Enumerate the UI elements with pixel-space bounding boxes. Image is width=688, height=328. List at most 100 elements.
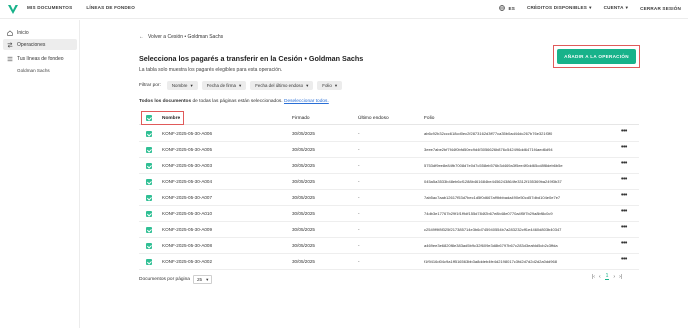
row-checkbox[interactable] bbox=[146, 179, 152, 185]
table-row[interactable] bbox=[139, 142, 639, 158]
cell-nombre: KONF-2025-05-30-A003 bbox=[162, 163, 213, 168]
more-options-icon[interactable]: ••• bbox=[621, 160, 627, 167]
more-options-icon[interactable]: ••• bbox=[621, 176, 627, 183]
table-row[interactable] bbox=[139, 238, 639, 254]
sidebar-item-label: Tus líneas de fondeo bbox=[17, 55, 64, 62]
chevron-down-icon: ▾ bbox=[625, 5, 629, 10]
row-checkbox[interactable] bbox=[146, 211, 152, 217]
cell-ultimo-endoso: - bbox=[358, 227, 360, 232]
more-options-icon[interactable]: ••• bbox=[621, 240, 627, 247]
account-label: CUENTA bbox=[603, 5, 624, 10]
more-options-icon[interactable]: ••• bbox=[621, 208, 627, 215]
cell-ultimo-endoso: - bbox=[358, 147, 360, 152]
cell-nombre: KONF-2025-05-30-A002 bbox=[162, 259, 213, 264]
table-row[interactable] bbox=[139, 174, 639, 190]
logout-link[interactable]: CERRAR SESIÓN bbox=[640, 6, 681, 11]
nav-lineas-de-fondeo[interactable]: LÍNEAS DE FONDEO bbox=[86, 5, 135, 10]
list-icon bbox=[7, 56, 13, 61]
select-all-checkbox[interactable] bbox=[146, 115, 152, 121]
column-header-firmado[interactable]: Firmado bbox=[292, 116, 310, 121]
filter-folio[interactable]: Folio ▾ bbox=[317, 81, 343, 90]
cell-ultimo-endoso: - bbox=[358, 243, 360, 248]
selection-info-bold: Todos los documentos bbox=[139, 99, 192, 104]
filter-chip-label: Folio bbox=[322, 83, 332, 88]
deselect-all-link[interactable]: Deseleccionar todos. bbox=[284, 99, 329, 104]
back-link-label: Volver a Cesión • Goldman Sachs bbox=[148, 34, 224, 40]
swap-icon bbox=[7, 41, 13, 48]
cell-firmado: 30/05/2025 bbox=[292, 243, 315, 248]
chevron-down-icon: ▾ bbox=[306, 82, 309, 88]
table-row[interactable] bbox=[139, 158, 639, 174]
home-icon bbox=[7, 30, 13, 36]
logo-icon[interactable] bbox=[7, 3, 19, 15]
row-checkbox[interactable] bbox=[146, 147, 152, 153]
row-checkbox[interactable] bbox=[146, 227, 152, 233]
chevron-down-icon: ▾ bbox=[239, 82, 242, 88]
more-options-icon[interactable]: ••• bbox=[621, 192, 627, 199]
more-options-icon[interactable]: ••• bbox=[621, 224, 627, 231]
cell-firmado: 30/05/2025 bbox=[292, 227, 315, 232]
table-row[interactable] bbox=[139, 190, 639, 206]
back-link[interactable]: ← Volver a Cesión • Goldman Sachs bbox=[139, 34, 223, 40]
sidebar-item-operaciones[interactable]: Operaciones bbox=[3, 39, 77, 50]
row-checkbox[interactable] bbox=[146, 243, 152, 249]
add-to-operation-button[interactable]: AÑADIR A LA OPERACIÓN bbox=[557, 49, 636, 64]
page-title: Selecciona los pagarés a transferir en l… bbox=[139, 54, 364, 63]
top-nav: MIS DOCUMENTOS LÍNEAS DE FONDEO bbox=[27, 5, 135, 10]
cell-nombre: KONF-2025-05-30-A010 bbox=[162, 211, 213, 216]
last-page-icon[interactable]: ›| bbox=[619, 274, 622, 280]
pagination: |‹ ‹ 1 › ›| bbox=[592, 273, 622, 280]
per-page-label: Documentos por página bbox=[139, 277, 190, 282]
sidebar-item-lineas-fondeo[interactable]: Tus líneas de fondeo bbox=[3, 53, 77, 64]
column-header-ultimo-endoso[interactable]: Último endoso bbox=[358, 116, 389, 121]
filter-fecha-ultimo-endoso[interactable]: Fecha del último endoso ▾ bbox=[250, 81, 314, 90]
table-header bbox=[139, 112, 639, 125]
sidebar-subitem-goldman[interactable]: Goldman Sachs bbox=[17, 68, 50, 73]
chevron-down-icon: ▾ bbox=[206, 276, 209, 282]
page-number[interactable]: 1 bbox=[604, 273, 610, 280]
cell-folio: 7ab5ac7aab12617f53d7bec1d5f0d667af9bbbad… bbox=[424, 195, 561, 200]
cell-folio: a469ee3e6820f8e383ad5b9c32f609e3d8b6797b… bbox=[424, 243, 558, 248]
selection-info-text: de todas las páginas están seleccionados… bbox=[191, 99, 283, 104]
cell-firmado: 30/05/2025 bbox=[292, 211, 315, 216]
filter-fecha-firma[interactable]: Fecha de firma ▾ bbox=[201, 81, 247, 90]
next-page-icon[interactable]: › bbox=[613, 274, 615, 280]
per-page-select[interactable]: 25 ▾ bbox=[192, 275, 213, 284]
more-options-icon[interactable]: ••• bbox=[621, 144, 627, 151]
filter-chip-label: Fecha del último endoso bbox=[255, 83, 304, 88]
table-row[interactable] bbox=[139, 254, 639, 270]
table-row[interactable] bbox=[139, 126, 639, 142]
row-checkbox[interactable] bbox=[146, 259, 152, 265]
row-checkbox[interactable] bbox=[146, 195, 152, 201]
column-header-folio[interactable]: Folio bbox=[424, 116, 434, 121]
sidebar-item-inicio[interactable]: Inicio bbox=[3, 27, 77, 38]
filter-chip-label: Nombre bbox=[171, 83, 188, 88]
table-row[interactable] bbox=[139, 222, 639, 238]
row-checkbox[interactable] bbox=[146, 163, 152, 169]
language-label: ES bbox=[508, 5, 515, 11]
column-header-nombre[interactable]: Nombre bbox=[162, 116, 180, 121]
chevron-down-icon: ▾ bbox=[589, 5, 592, 10]
first-page-icon[interactable]: |‹ bbox=[592, 274, 595, 280]
account-menu[interactable]: CUENTA ▾ bbox=[604, 5, 629, 11]
row-checkbox[interactable] bbox=[146, 131, 152, 137]
cell-folio: ab6c92b32ccc618cd0ec2f2873162d3ff77ca35b… bbox=[424, 131, 553, 136]
top-bar: MIS DOCUMENTOS LÍNEAS DE FONDEO ES CRÉDI… bbox=[0, 0, 688, 19]
more-options-icon[interactable]: ••• bbox=[621, 128, 627, 135]
cell-nombre: KONF-2025-05-30-A005 bbox=[162, 147, 213, 152]
cell-firmado: 30/05/2025 bbox=[292, 179, 315, 184]
add-button-highlight: AÑADIR A LA OPERACIÓN bbox=[553, 45, 640, 68]
credits-menu[interactable]: CRÉDITOS DISPONIBLES ▾ bbox=[527, 5, 592, 11]
cell-firmado: 30/05/2025 bbox=[292, 131, 315, 136]
selection-info: Todos los documentos de todas las página… bbox=[139, 99, 329, 104]
more-options-icon[interactable]: ••• bbox=[621, 256, 627, 263]
arrow-left-icon: ← bbox=[139, 34, 144, 40]
nav-mis-documentos[interactable]: MIS DOCUMENTOS bbox=[27, 5, 72, 10]
filter-nombre[interactable]: Nombre ▾ bbox=[166, 81, 198, 90]
table-row[interactable] bbox=[139, 206, 639, 222]
per-page-control: Documentos por página 25 ▾ bbox=[139, 275, 213, 284]
cell-ultimo-endoso: - bbox=[358, 131, 360, 136]
language-selector[interactable]: ES bbox=[499, 5, 515, 11]
prev-page-icon[interactable]: ‹ bbox=[599, 274, 601, 280]
cell-folio: 045a5a3533b48eb6cf1288b461684be445624386… bbox=[424, 179, 562, 184]
